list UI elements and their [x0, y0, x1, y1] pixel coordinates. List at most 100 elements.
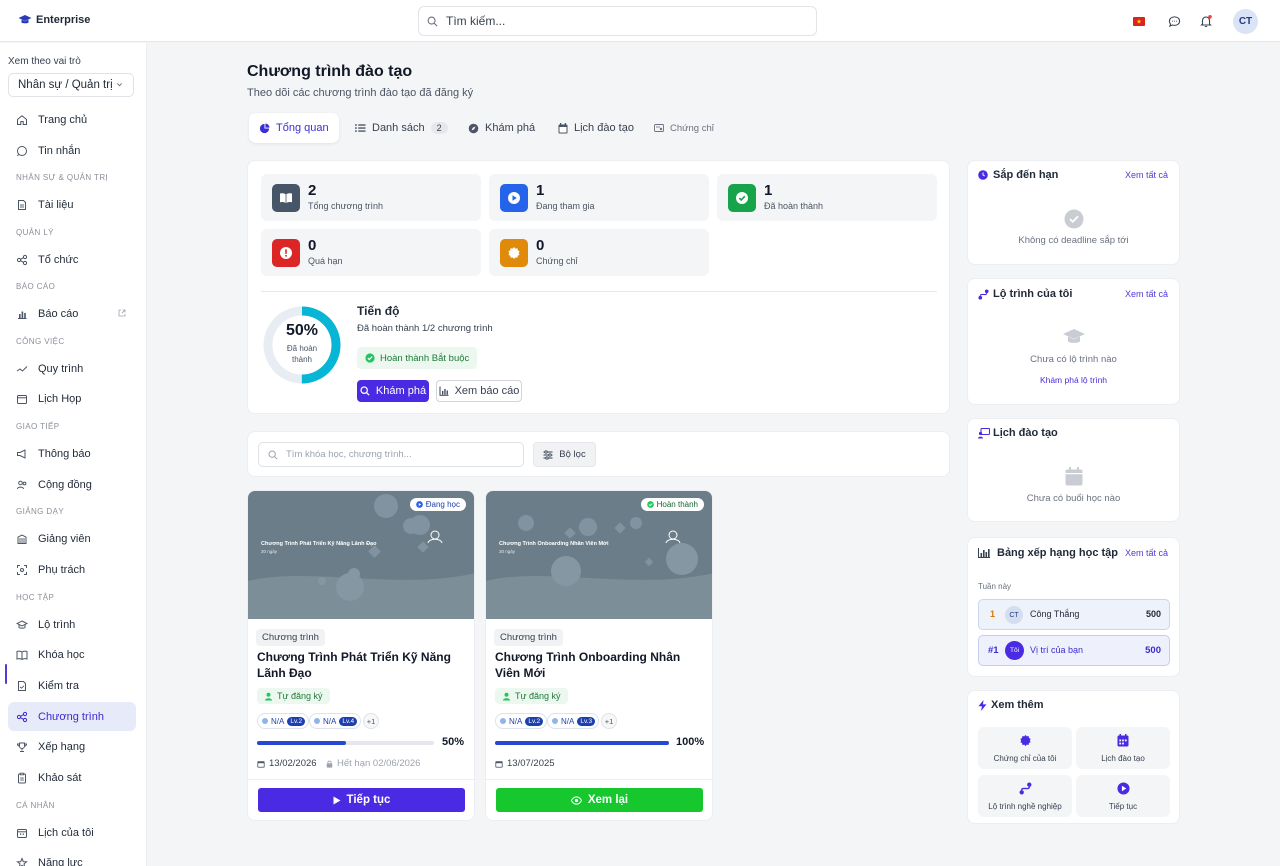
view-all-link[interactable]: Xem tất cả: [1125, 289, 1168, 299]
sidebar-item-label: Tài liệu: [38, 198, 74, 211]
sidebar-item-notifications[interactable]: Thông báo: [8, 439, 136, 468]
stat-label: Chứng chỉ: [536, 256, 578, 266]
review-button[interactable]: Xem lại: [496, 788, 703, 812]
brand-logo[interactable]: Enterprise: [18, 14, 90, 26]
course-title[interactable]: Chương Trình Onboarding Nhân Viên Mới: [495, 649, 705, 681]
mandatory-complete-badge: Hoàn thành Bắt buộc: [357, 347, 478, 369]
stat-value: 0: [308, 237, 317, 254]
course-card[interactable]: Chương Trình Onboarding Nhân Viên Mới 30…: [485, 490, 713, 821]
overview-card: 2 Tổng chương trình 1 Đang tham gia 1 Đã…: [247, 160, 950, 414]
leader-score: 500: [1145, 609, 1161, 619]
sidebar-item-label: Quy trình: [38, 362, 84, 375]
course-progress-percent: 50%: [442, 736, 465, 748]
tab-label: Chứng chỉ: [670, 122, 714, 134]
sidebar-item-ranking[interactable]: Xếp hạng: [8, 732, 136, 761]
tab-list[interactable]: Danh sách 2: [345, 113, 458, 143]
thumbnail-subtitle: 30 ngày: [499, 549, 516, 554]
role-select[interactable]: Nhân sự / Quản trị: [8, 73, 134, 97]
sidebar-section-personal: CÁ NHÂN: [16, 801, 55, 810]
list-icon: [355, 124, 366, 132]
chevron-down-icon: [116, 83, 123, 87]
tab-explore[interactable]: Khám phá: [458, 113, 545, 143]
leaderboard-card: Bảng xếp hạng học tập Xem tất cả Tuần nà…: [967, 537, 1180, 677]
sidebar-item-reports[interactable]: Báo cáo: [8, 299, 136, 328]
explore-button[interactable]: Khám phá: [357, 380, 429, 402]
course-deadline: Hết hạn 02/06/2026: [326, 758, 420, 769]
explore-path-link[interactable]: Khám phá lộ trình: [968, 375, 1179, 385]
sidebar-item-competency[interactable]: Năng lực: [8, 848, 136, 866]
sidebar-section-learning: HỌC TẬP: [16, 593, 55, 602]
registration-badge: Tự đăng ký: [257, 688, 330, 704]
sidebar-item-learning-path[interactable]: Lộ trình: [8, 610, 136, 639]
my-rank-row[interactable]: #1 Tôi Vị trí của bạn 500: [978, 635, 1170, 666]
sidebar-item-programs[interactable]: Chương trình: [8, 702, 136, 731]
sidebar-item-label: Báo cáo: [38, 307, 79, 320]
deadline-text: Hết hạn 02/06/2026: [337, 758, 421, 769]
badge-icon: [1019, 734, 1031, 747]
shortcut-career-path[interactable]: Lộ trình nghề nghiệp: [978, 775, 1072, 817]
check-circle-icon: [1064, 209, 1084, 229]
more-skills-badge[interactable]: +1: [601, 713, 617, 729]
sidebar-item-process[interactable]: Quy trình: [8, 354, 136, 383]
shortcut-training-calendar[interactable]: Lịch đào tạo: [1076, 727, 1170, 769]
stat-value: 2: [308, 182, 317, 199]
bar-chart-icon: [439, 386, 449, 396]
tab-certificates[interactable]: Chứng chỉ: [644, 113, 724, 143]
sidebar-item-tests[interactable]: Kiểm tra: [8, 671, 136, 700]
chat-icon[interactable]: [1166, 13, 1182, 29]
divider: [261, 291, 937, 292]
user-avatar[interactable]: CT: [1233, 9, 1258, 34]
sidebar-item-supervision[interactable]: Phụ trách: [8, 555, 136, 584]
sidebar-item-messages[interactable]: Tin nhắn: [8, 136, 136, 165]
sliders-icon: [543, 449, 553, 460]
calendar-icon: [1117, 734, 1129, 747]
continue-button[interactable]: Tiếp tục: [258, 788, 465, 812]
page-title: Chương trình đào tạo: [247, 63, 413, 80]
course-title[interactable]: Chương Trình Phát Triển Kỹ Năng Lãnh Đạo: [257, 649, 467, 681]
sidebar-item-home[interactable]: Trang chủ: [8, 105, 136, 134]
global-search-input[interactable]: Tìm kiếm...: [446, 14, 505, 28]
upcoming-deadlines-card: Sắp đến hạn Xem tất cả Không có deadline…: [967, 160, 1180, 265]
leaderboard-row[interactable]: 1 CT Công Thắng 500: [978, 599, 1170, 630]
status-badge: Đang học: [409, 498, 466, 511]
sidebar-item-instructors[interactable]: Giảng viên: [8, 524, 136, 553]
sidebar-item-label: Tin nhắn: [38, 144, 81, 157]
stat-value: 0: [536, 237, 545, 254]
tab-count-badge: 2: [430, 122, 448, 134]
view-report-button[interactable]: Xem báo cáo: [436, 380, 522, 402]
status-label: Hoàn thành: [656, 500, 698, 509]
filter-button[interactable]: Bộ lọc: [533, 442, 596, 467]
user-icon: [502, 692, 511, 701]
sidebar-item-survey[interactable]: Khảo sát: [8, 763, 136, 792]
skill-name: N/A: [271, 716, 285, 726]
sidebar-item-organization[interactable]: Tổ chức: [8, 245, 136, 274]
badge-icon: [500, 239, 528, 267]
search-icon: [427, 16, 438, 26]
book-icon: [272, 184, 300, 212]
language-flag-icon[interactable]: [1131, 13, 1147, 29]
shortcut-continue[interactable]: Tiếp tục: [1076, 775, 1170, 817]
sidebar-item-community[interactable]: Cộng đồng: [8, 470, 136, 499]
search-placeholder: Tìm khóa học, chương trình...: [286, 449, 412, 460]
card-divider: [486, 779, 712, 780]
shortcut-my-certificates[interactable]: Chứng chỉ của tôi: [978, 727, 1072, 769]
sidebar-item-documents[interactable]: Tài liệu: [8, 190, 136, 219]
view-all-link[interactable]: Xem tất cả: [1125, 170, 1168, 180]
tab-training-calendar[interactable]: Lịch đào tạo: [548, 113, 644, 143]
star-icon: [16, 856, 28, 866]
compass-icon: [468, 123, 479, 133]
global-search[interactable]: Tìm kiếm...: [418, 6, 817, 36]
course-search-input[interactable]: Tìm khóa học, chương trình...: [258, 442, 524, 467]
sidebar-item-my-calendar[interactable]: Lịch của tôi: [8, 818, 136, 847]
avatar: Tôi: [1005, 641, 1024, 660]
tab-overview[interactable]: Tổng quan: [249, 113, 339, 143]
bell-icon[interactable]: [1198, 13, 1214, 29]
focus-icon: [16, 564, 28, 576]
more-skills-badge[interactable]: +1: [363, 713, 379, 729]
calendar-icon: [558, 122, 568, 133]
skill-name: N/A: [323, 716, 337, 726]
sidebar-item-meetings[interactable]: Lịch Họp: [8, 384, 136, 413]
view-all-link[interactable]: Xem tất cả: [1125, 548, 1168, 558]
course-card[interactable]: Chương Trình Phát Triển Kỹ Năng Lãnh Đạo…: [247, 490, 475, 821]
sidebar-item-courses[interactable]: Khóa học: [8, 640, 136, 669]
